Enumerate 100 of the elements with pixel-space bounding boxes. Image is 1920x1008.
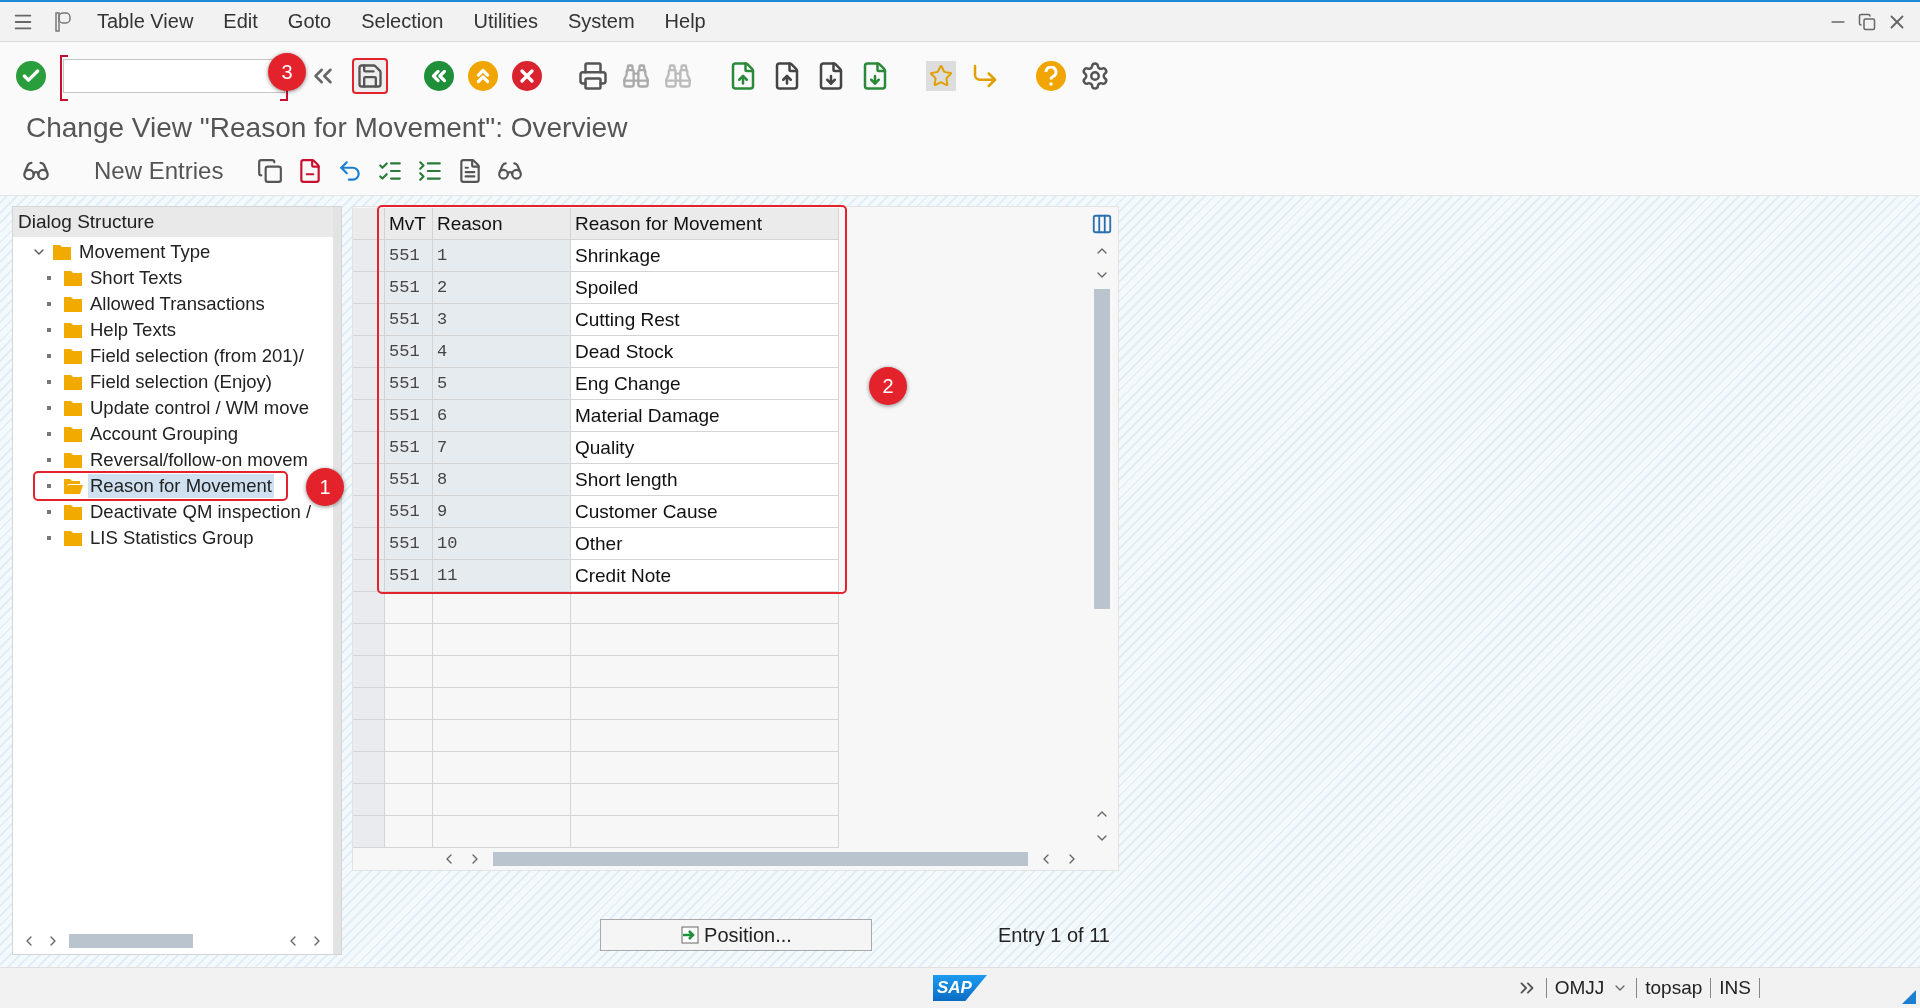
tree-item[interactable]: Reason for Movement	[88, 474, 274, 498]
menu-item[interactable]: Help	[649, 6, 721, 37]
restore-icon[interactable]	[1858, 12, 1876, 31]
menu-item[interactable]: Selection	[346, 6, 459, 37]
row-selector[interactable]	[353, 304, 385, 336]
table-cell: 551	[385, 272, 433, 304]
table-cell: 7	[433, 432, 571, 464]
table-cell: Other	[571, 528, 839, 560]
row-selector[interactable]	[353, 240, 385, 272]
save-button[interactable]	[352, 58, 388, 94]
table-cell: 551	[385, 400, 433, 432]
system-name: topsap	[1645, 977, 1703, 999]
row-selector[interactable]	[353, 368, 385, 400]
tree-item[interactable]: Field selection (from 201)/	[88, 344, 306, 368]
table-cell: Credit Note	[571, 560, 839, 592]
tree-bullet-icon	[47, 328, 51, 332]
folder-icon	[63, 269, 83, 287]
row-selector[interactable]	[353, 272, 385, 304]
folder-icon	[63, 425, 83, 443]
row-selector[interactable]	[353, 528, 385, 560]
folder-icon	[52, 243, 72, 261]
callout-badge: 2	[869, 367, 907, 405]
tree-item[interactable]: LIS Statistics Group	[88, 526, 256, 550]
tree-bullet-icon	[47, 354, 51, 358]
folder-icon	[63, 373, 83, 391]
position-icon	[680, 925, 701, 945]
folder-icon	[63, 321, 83, 339]
position-button[interactable]: Position...	[600, 919, 872, 951]
table-cell: 4	[433, 336, 571, 368]
settings-icon[interactable]	[1080, 61, 1110, 91]
tree-item[interactable]: Help Texts	[88, 318, 179, 342]
splitter[interactable]	[333, 207, 341, 954]
tree-item[interactable]: Account Grouping	[88, 422, 241, 446]
table-cell: Spoiled	[571, 272, 839, 304]
table-cell: 3	[433, 304, 571, 336]
folder-icon	[63, 451, 83, 469]
menu-item[interactable]: Edit	[208, 6, 273, 37]
check-icon[interactable]	[16, 61, 46, 91]
table-cell: 8	[433, 464, 571, 496]
input-mode: INS	[1719, 977, 1751, 999]
table-cell: 551	[385, 528, 433, 560]
table-cell: 551	[385, 560, 433, 592]
table-cell: 551	[385, 496, 433, 528]
folder-icon	[63, 295, 83, 313]
tree-item[interactable]: Update control / WM move	[88, 396, 311, 420]
table-cell: 5	[433, 368, 571, 400]
scrollbar-thumb[interactable]	[1094, 289, 1110, 609]
row-selector[interactable]	[353, 560, 385, 592]
logo: SAP	[933, 975, 987, 1001]
menu-item[interactable]: Goto	[272, 6, 347, 37]
table-cell: Cutting Rest	[571, 304, 839, 336]
table-cell: 10	[433, 528, 571, 560]
table-cell: 11	[433, 560, 571, 592]
open-folder-icon	[63, 477, 83, 495]
table-cell: Quality	[571, 432, 839, 464]
menu-item[interactable]: System	[552, 6, 650, 37]
table-cell: Dead Stock	[571, 336, 839, 368]
row-selector[interactable]	[353, 464, 385, 496]
scrollbar-thumb[interactable]	[493, 852, 1028, 866]
menu-item[interactable]: Utilities	[458, 6, 553, 37]
table-cell: 551	[385, 304, 433, 336]
print-icon[interactable]	[578, 61, 608, 91]
table-cell: 551	[385, 336, 433, 368]
new-entries-button[interactable]: New Entries	[64, 152, 244, 189]
page-title: Change View "Reason for Movement": Overview	[26, 112, 628, 144]
table-cell: 551	[385, 368, 433, 400]
table-cell: Customer Cause	[571, 496, 839, 528]
tree-item[interactable]: Movement Type	[77, 240, 213, 264]
row-selector[interactable]	[353, 432, 385, 464]
table-cell: 2	[433, 272, 571, 304]
tree-bullet-icon	[47, 484, 51, 488]
column-header[interactable]: MvT	[385, 208, 433, 240]
scrollbar-thumb[interactable]	[69, 934, 193, 948]
cancel-icon[interactable]	[512, 61, 542, 91]
tree-bullet-icon	[47, 276, 51, 280]
tree-item[interactable]: Field selection (Enjoy)	[88, 370, 274, 394]
row-selector[interactable]	[353, 496, 385, 528]
tree-bullet-icon	[47, 302, 51, 306]
tree-bullet-icon	[47, 380, 51, 384]
layout-icon[interactable]	[52, 10, 74, 33]
menu-item[interactable]: Table View	[82, 6, 209, 37]
column-header[interactable]: Reason	[433, 208, 571, 240]
row-selector[interactable]	[353, 400, 385, 432]
folder-icon	[63, 529, 83, 547]
table-cell: Material Damage	[571, 400, 839, 432]
row-selector[interactable]	[353, 208, 385, 240]
tree-item[interactable]: Short Texts	[88, 266, 185, 290]
back-icon[interactable]	[424, 61, 454, 91]
copy-icon[interactable]	[257, 157, 284, 184]
column-header[interactable]: Reason for Movement	[571, 208, 839, 240]
resize-grip-icon[interactable]	[1902, 990, 1916, 1004]
tree-bullet-icon	[47, 406, 51, 410]
row-selector[interactable]	[353, 336, 385, 368]
tree-item[interactable]: Allowed Transactions	[88, 292, 267, 316]
find-icon[interactable]	[622, 62, 650, 90]
table-settings-icon[interactable]	[1091, 213, 1113, 235]
table-cell: 1	[433, 240, 571, 272]
table-cell: 551	[385, 464, 433, 496]
table-cell: Short length	[571, 464, 839, 496]
transaction-dropdown[interactable]: OMJJ	[1554, 977, 1629, 999]
